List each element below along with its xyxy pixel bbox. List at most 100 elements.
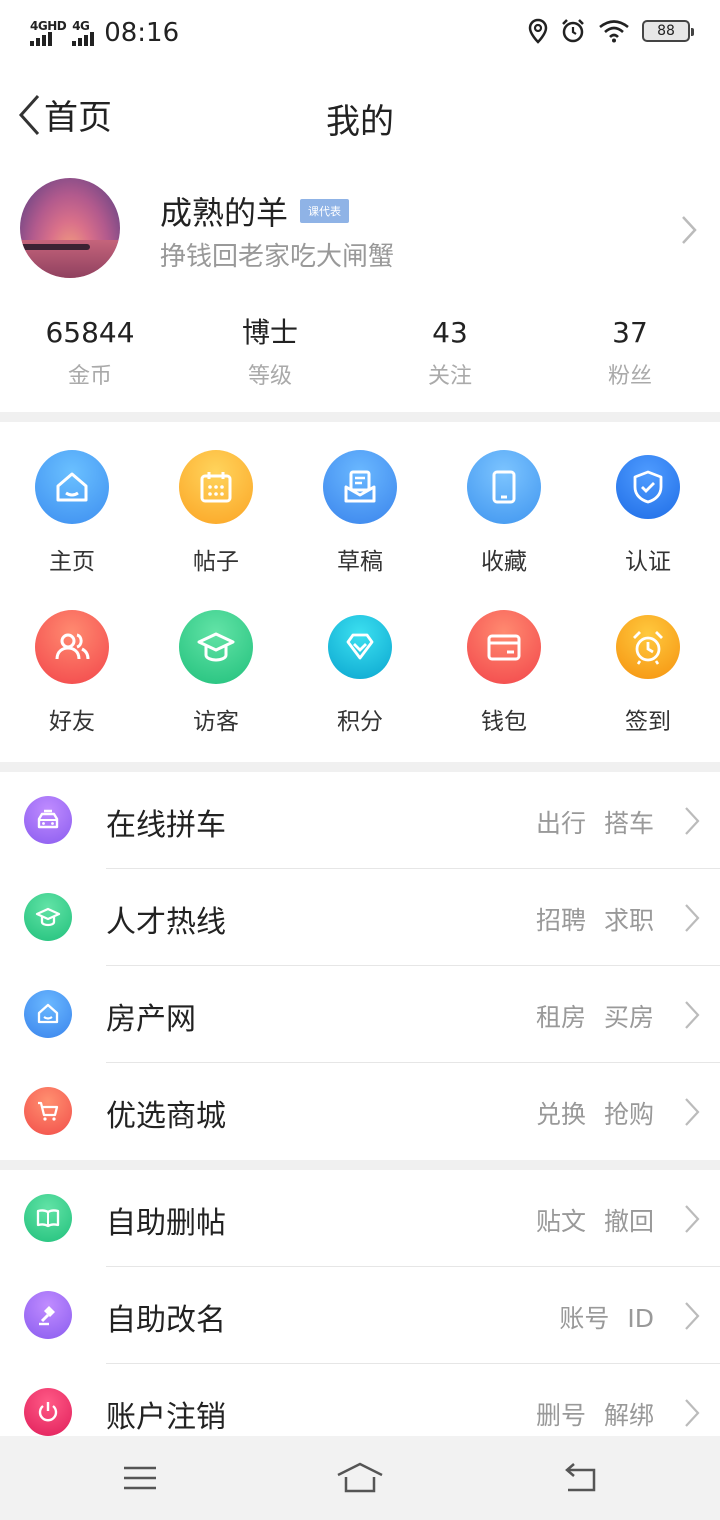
chevron-right-icon — [685, 1302, 700, 1330]
power-icon — [24, 1388, 72, 1436]
menu-icon — [124, 1466, 156, 1490]
menu-button[interactable] — [115, 1458, 165, 1498]
grid-item-friends[interactable]: 好友 — [0, 610, 144, 742]
account-list: 自助删帖 贴文 撤回 自助改名 账号 ID 账户注销 删号 解绑 — [0, 1170, 720, 1461]
tablet-icon — [467, 450, 541, 524]
return-icon — [565, 1463, 596, 1492]
grid-item-drafts[interactable]: 草稿 — [288, 450, 432, 582]
profile-card[interactable]: 成熟的羊 课代表 挣钱回老家吃大闸蟹 — [0, 174, 720, 284]
stat-label: 粉丝 — [607, 364, 652, 389]
chevron-right-icon — [685, 1001, 700, 1029]
house-icon — [24, 990, 72, 1038]
grid-item-checkin[interactable]: 签到 — [576, 610, 720, 742]
wifi-icon — [599, 20, 629, 43]
grid-label: 主页 — [49, 549, 95, 575]
status-right: 88 — [528, 18, 694, 44]
status-time: 08:16 — [104, 18, 180, 48]
username: 成熟的羊 — [160, 194, 289, 232]
draft-icon — [323, 450, 397, 524]
status-bar: 4GHD 4G 08:16 88 — [0, 0, 720, 64]
stat-followers[interactable]: 37 粉丝 — [540, 316, 720, 406]
alarm-clock-icon — [616, 615, 680, 679]
user-signature: 挣钱回老家吃大闸蟹 — [160, 242, 395, 272]
grid-item-favorites[interactable]: 收藏 — [432, 450, 576, 582]
stats-bar: 65844 金币 博士 等级 43 关注 37 粉丝 — [0, 316, 720, 406]
list-item-title: 自助改名 — [106, 1303, 226, 1338]
grid-label: 帖子 — [193, 549, 239, 575]
stat-following[interactable]: 43 关注 — [360, 316, 540, 406]
section-divider — [0, 412, 720, 422]
chevron-right-icon — [682, 216, 697, 244]
username-row: 成熟的羊 课代表 — [160, 188, 350, 234]
stat-value: 37 — [612, 316, 648, 349]
list-item-tags: 贴文 撤回 — [536, 1207, 654, 1236]
home-icon — [35, 450, 109, 524]
grid-item-verify[interactable]: 认证 — [576, 450, 720, 582]
stat-label: 关注 — [427, 364, 472, 389]
gavel-icon — [24, 1291, 72, 1339]
list-item-title: 房产网 — [106, 1002, 196, 1037]
list-item-mall[interactable]: 优选商城 兑换 抢购 — [0, 1063, 720, 1160]
signal-2: 4G — [72, 19, 95, 46]
cart-icon — [24, 1087, 72, 1135]
chevron-right-icon — [685, 904, 700, 932]
service-list: 在线拼车 出行 搭车 人才热线 招聘 求职 房产网 租房 买房 优选商城 兑换 … — [0, 772, 720, 1160]
list-item-tags: 账号 ID — [559, 1304, 654, 1333]
list-item-delete-post[interactable]: 自助删帖 贴文 撤回 — [0, 1170, 720, 1267]
grid-label: 访客 — [193, 709, 239, 735]
list-item-carpool[interactable]: 在线拼车 出行 搭车 — [0, 772, 720, 869]
stat-coins[interactable]: 65844 金币 — [0, 316, 180, 406]
stat-level[interactable]: 博士 等级 — [180, 316, 360, 406]
section-divider — [0, 762, 720, 772]
list-item-talent[interactable]: 人才热线 招聘 求职 — [0, 869, 720, 966]
signal-1-label: 4GHD — [30, 19, 67, 33]
list-item-realestate[interactable]: 房产网 租房 买房 — [0, 966, 720, 1063]
stat-value: 博士 — [241, 316, 298, 349]
grid-item-visitors[interactable]: 访客 — [144, 610, 288, 742]
list-item-tags: 租房 买房 — [536, 1003, 654, 1032]
list-item-title: 在线拼车 — [106, 808, 226, 843]
grid-item-wallet[interactable]: 钱包 — [432, 610, 576, 742]
home-button[interactable] — [335, 1458, 385, 1498]
graduation-cap-icon — [179, 610, 253, 684]
calendar-icon — [179, 450, 253, 524]
alarm-icon — [562, 19, 584, 43]
book-icon — [24, 1194, 72, 1242]
grid-label: 收藏 — [481, 549, 527, 575]
list-item-tags: 兑换 抢购 — [536, 1100, 654, 1129]
battery-indicator: 88 — [642, 20, 694, 42]
battery-level: 88 — [657, 23, 675, 39]
list-item-title: 人才热线 — [106, 905, 226, 940]
list-item-title: 账户注销 — [106, 1400, 226, 1435]
user-badge: 课代表 — [300, 199, 350, 223]
list-item-rename[interactable]: 自助改名 账号 ID — [0, 1267, 720, 1364]
signal-2-label: 4G — [72, 19, 90, 33]
shield-check-icon — [616, 455, 680, 519]
grid-label: 签到 — [625, 709, 671, 735]
stat-label: 金币 — [67, 364, 112, 389]
grid-label: 认证 — [625, 549, 671, 575]
signal-bars-icon — [72, 32, 95, 46]
feature-grid: 主页 帖子 草稿 收藏 认证 好友 访客 积分 钱包 签到 — [0, 422, 720, 762]
signal-bars-icon — [30, 32, 52, 46]
friends-icon — [35, 610, 109, 684]
grid-item-points[interactable]: 积分 — [288, 610, 432, 742]
grid-item-posts[interactable]: 帖子 — [144, 450, 288, 582]
nav-bar: 首页 我的 — [0, 64, 720, 164]
stat-value: 43 — [432, 316, 468, 349]
diamond-icon — [328, 615, 392, 679]
avatar[interactable] — [20, 178, 120, 278]
chevron-right-icon — [685, 1205, 700, 1233]
home-outline-icon — [337, 1462, 383, 1493]
status-left: 4GHD 4G 08:16 — [30, 14, 179, 52]
grid-item-home[interactable]: 主页 — [0, 450, 144, 582]
list-item-title: 自助删帖 — [106, 1206, 226, 1241]
back-nav-button[interactable] — [555, 1458, 605, 1498]
grid-label: 好友 — [49, 709, 95, 735]
list-item-tags: 出行 搭车 — [536, 809, 654, 838]
signal-1: 4GHD — [30, 19, 67, 46]
location-icon — [528, 18, 548, 44]
section-divider — [0, 1160, 720, 1170]
wallet-icon — [467, 610, 541, 684]
list-item-tags: 招聘 求职 — [536, 906, 654, 935]
